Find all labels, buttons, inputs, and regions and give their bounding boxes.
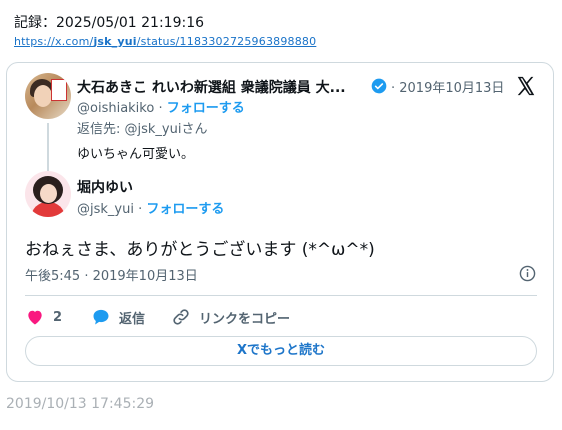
main-author-avatar[interactable] (25, 171, 71, 217)
source-url-link[interactable]: https://x.com/jsk_yui/status/11833027259… (14, 35, 316, 48)
quoted-tweet-date[interactable]: · 2019年10月13日 (391, 77, 504, 96)
link-icon (173, 309, 189, 325)
quoted-follow-button[interactable]: フォローする (167, 101, 245, 116)
archived-time: 2019/10/13 17:45:29 (6, 396, 155, 412)
reply-to-line: 返信先: @jsk_yuiさん (77, 122, 208, 137)
url-user: jsk_yui (93, 35, 137, 48)
url-suffix: /status/1183302725963898880 (136, 35, 317, 48)
quoted-author-handle[interactable]: @oishiakiko (77, 101, 154, 116)
main-author-name[interactable]: 堀内ゆい (77, 177, 133, 197)
divider (25, 295, 537, 296)
quoted-author-avatar[interactable] (25, 73, 71, 119)
main-tweet-text: おねぇさま、ありがとうございます (*^ω^*) (25, 240, 375, 260)
avatar-badge (51, 79, 67, 101)
main-handle-row: @jsk_yui · フォローする (77, 198, 224, 217)
like-count: 2 (53, 309, 63, 325)
avatar-dress (31, 202, 65, 217)
verified-badge-icon (371, 78, 387, 94)
read-more-button[interactable]: Xでもっと読む (25, 336, 537, 366)
reply-bubble-icon (93, 309, 109, 325)
x-logo-icon[interactable] (515, 75, 537, 97)
avatar-face (40, 184, 57, 203)
quoted-tweet-text: ゆいちゃん可愛い。 (77, 147, 195, 162)
thread-connector (47, 123, 49, 171)
copy-link-button[interactable]: リンクをコピー (171, 306, 290, 328)
record-timestamp: 記録：2025/05/01 21:19:16 (14, 15, 205, 31)
quoted-author-name[interactable]: 大石あきこ れいわ新選組 衆議院議員 大... (77, 77, 363, 97)
url-prefix: https://x.com/ (14, 35, 94, 48)
heart-icon (28, 310, 42, 325)
reply-button[interactable]: 返信 (91, 306, 145, 328)
quoted-handle-row: @oishiakiko · フォローする (77, 97, 245, 116)
like-button[interactable]: 2 (25, 306, 62, 328)
main-follow-button[interactable]: フォローする (146, 202, 224, 217)
avatar-face (34, 85, 52, 107)
copy-link-label: リンクをコピー (199, 311, 291, 327)
info-icon[interactable] (519, 265, 536, 282)
reply-label: 返信 (119, 311, 146, 327)
main-tweet-timestamp[interactable]: 午後5:45 · 2019年10月13日 (25, 265, 198, 284)
separator: · (133, 202, 147, 217)
main-author-handle[interactable]: @jsk_yui (77, 202, 134, 217)
tweet-embed-card: 大石あきこ れいわ新選組 衆議院議員 大... · 2019年10月13日 @o… (6, 62, 554, 382)
separator: · (154, 101, 167, 116)
